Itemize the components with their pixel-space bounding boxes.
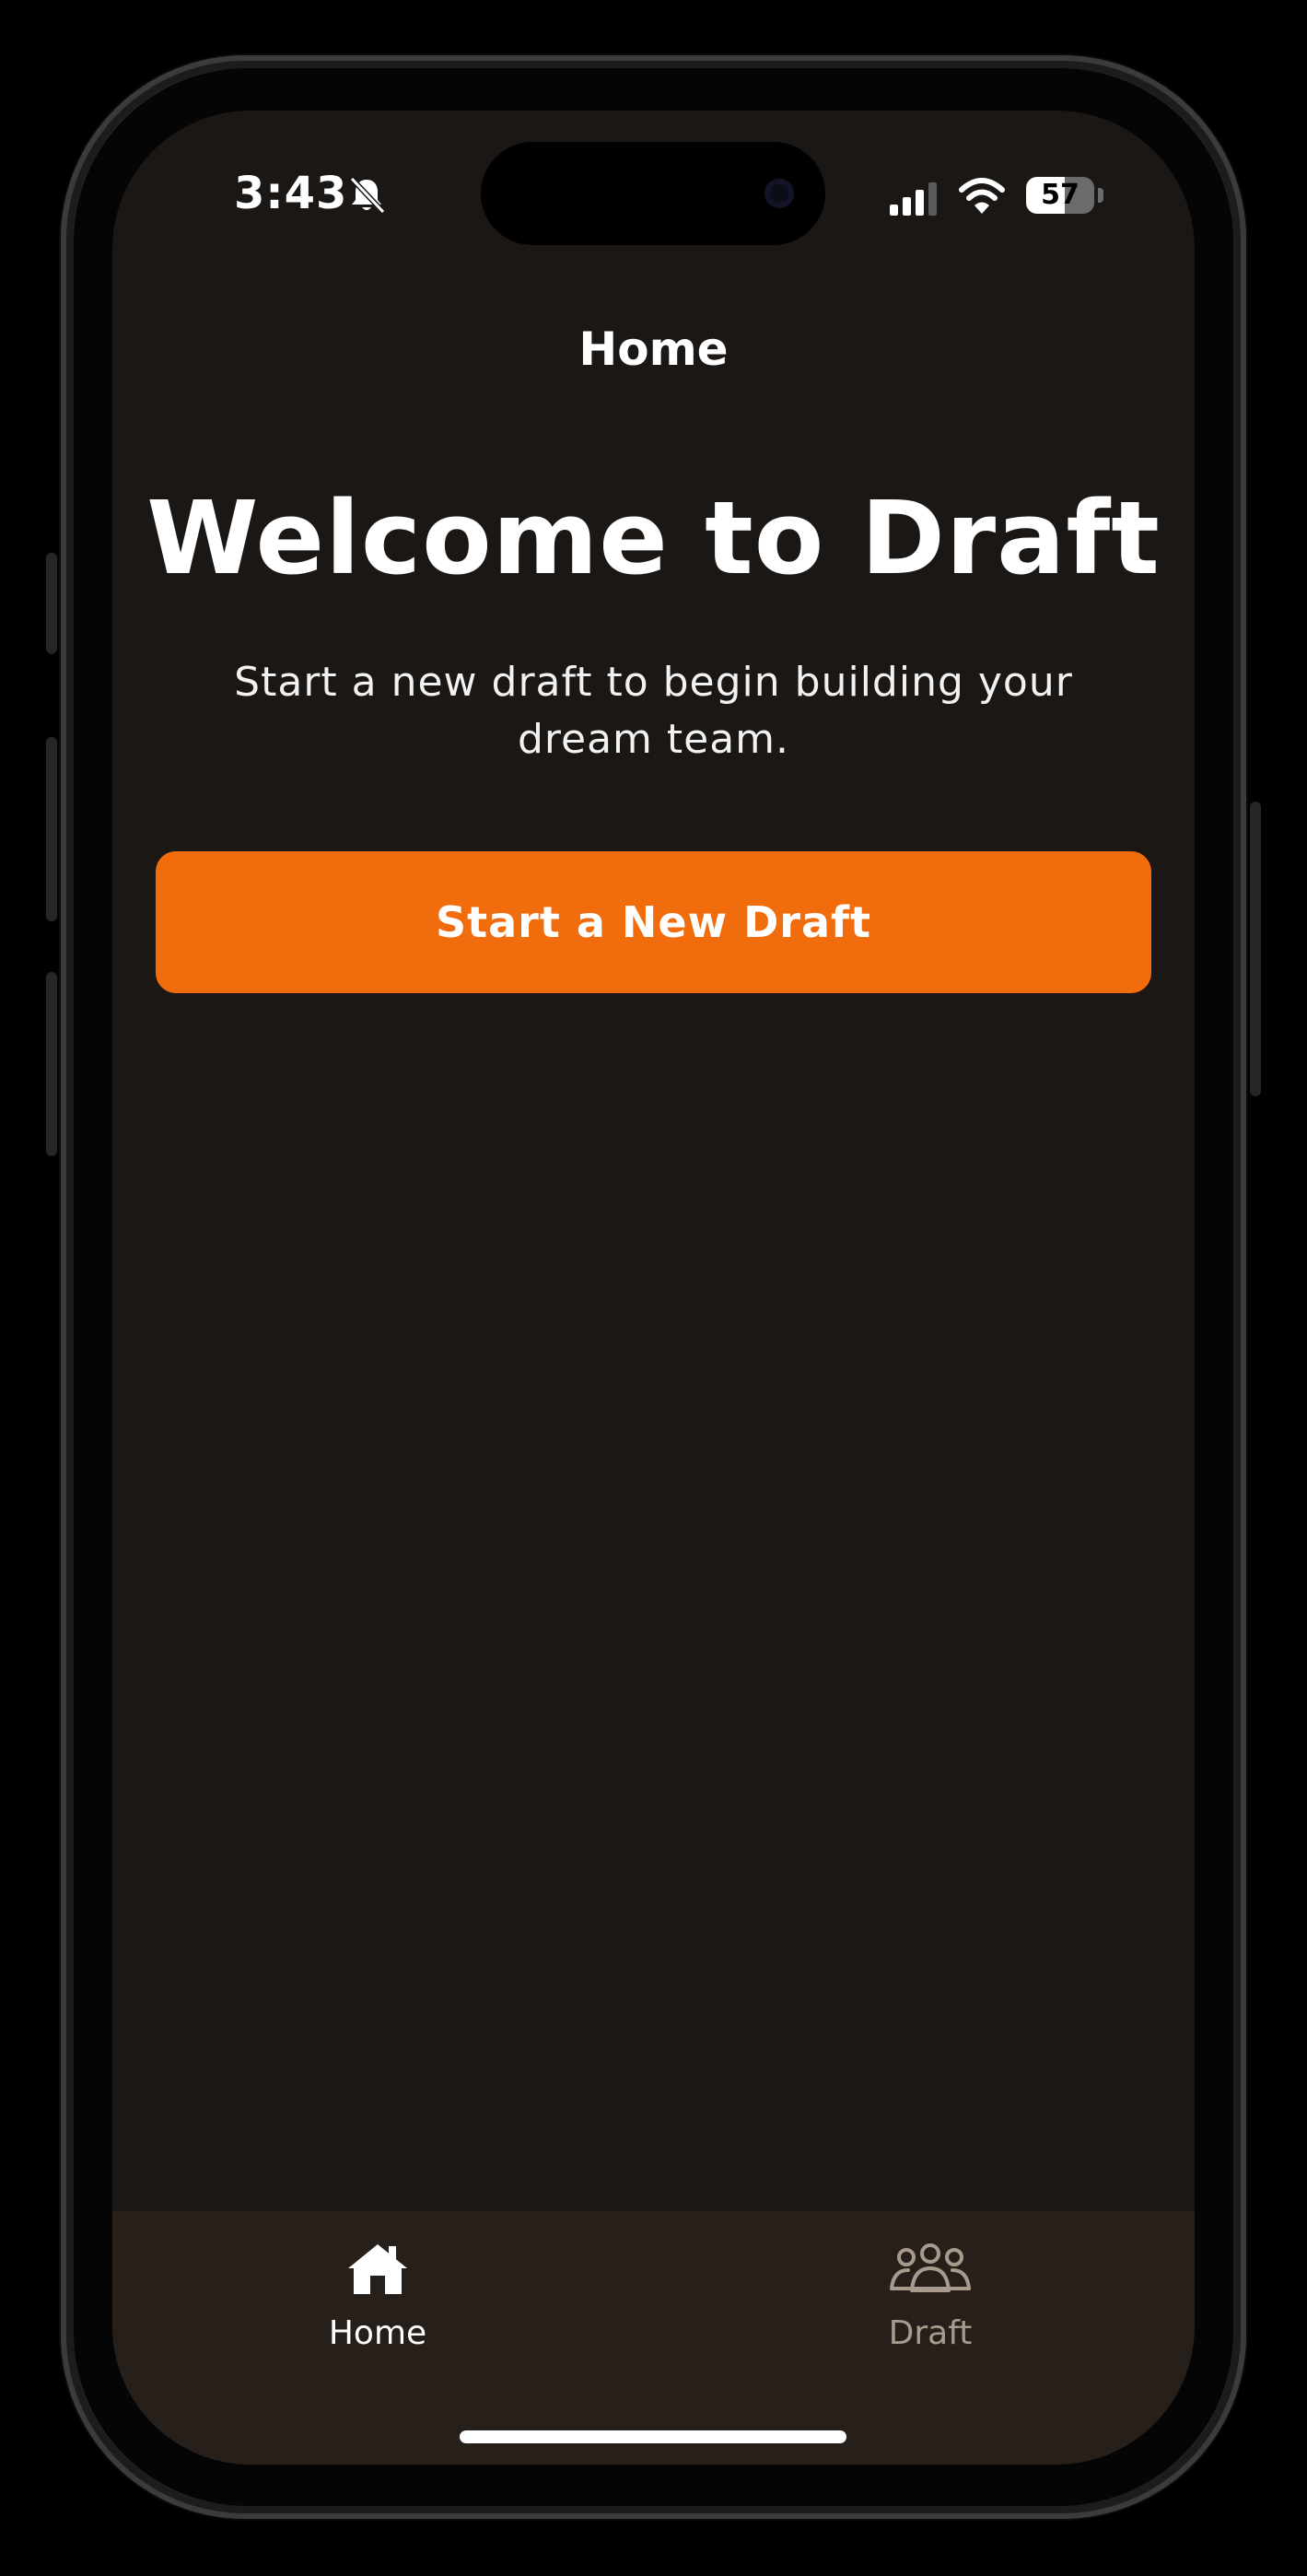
battery-icon: 57 [1026, 177, 1094, 214]
tab-home-label: Home [328, 2314, 427, 2352]
welcome-subheading: Start a new draft to begin building your… [234, 659, 1073, 763]
app-screen: 3:43 57 Home Welcome to Draft Start a ne… [112, 111, 1195, 2465]
tab-home[interactable]: Home [239, 2211, 516, 2395]
bell-slash-icon [349, 176, 386, 215]
welcome-heading: Welcome to Draft [146, 479, 1161, 597]
status-time: 3:43 [234, 168, 348, 219]
cellular-signal-icon [890, 182, 937, 216]
status-bar: 3:43 57 [112, 111, 1195, 276]
start-new-draft-button[interactable]: Start a New Draft [156, 851, 1151, 993]
wifi-icon [959, 178, 1005, 214]
dynamic-island [481, 142, 825, 245]
camera-icon [764, 179, 794, 208]
tab-bar: Home Draft [112, 2211, 1195, 2465]
home-indicator[interactable] [460, 2430, 846, 2443]
battery-level: 57 [1041, 179, 1079, 211]
power-button [1250, 802, 1261, 1096]
volume-down-button [46, 972, 57, 1156]
people-group-icon [890, 2243, 971, 2292]
page-title: Home [578, 322, 729, 376]
volume-up-button [46, 737, 57, 921]
house-icon [348, 2244, 407, 2294]
tab-draft[interactable]: Draft [792, 2211, 1068, 2395]
action-button [46, 553, 57, 654]
battery-cap [1098, 188, 1103, 203]
tab-draft-label: Draft [888, 2314, 973, 2352]
